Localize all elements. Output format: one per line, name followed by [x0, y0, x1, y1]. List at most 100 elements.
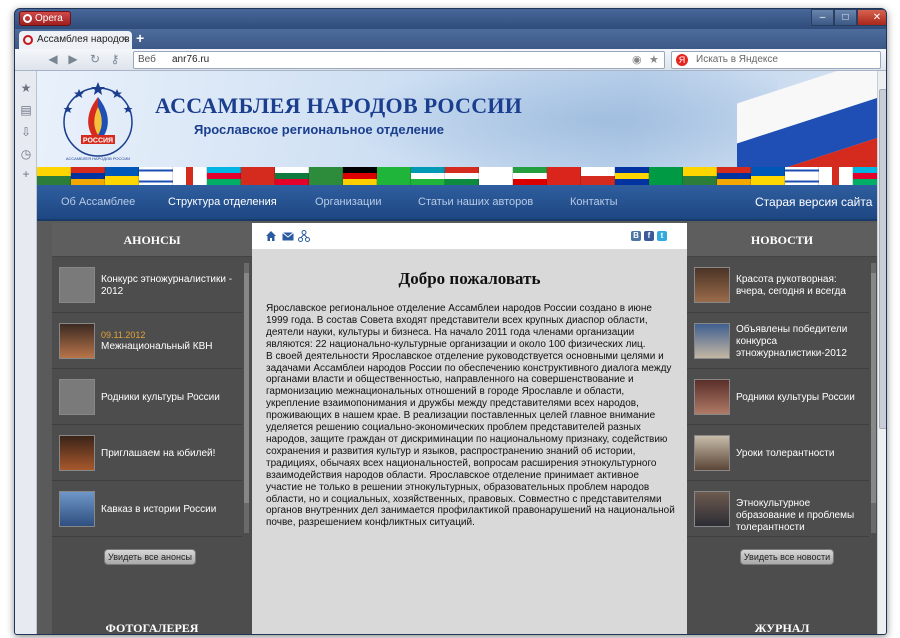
flag-icon: [513, 167, 547, 185]
news-thumbnail[interactable]: [694, 435, 730, 471]
announcement-thumbnail[interactable]: [59, 323, 95, 359]
news-scrollbar[interactable]: [871, 263, 876, 533]
add-panel-icon[interactable]: +: [19, 167, 33, 181]
search-field[interactable]: Я Искать в Яндексе: [671, 51, 881, 69]
menu-item-organizations[interactable]: Организации: [315, 196, 382, 208]
flag-icon: [173, 167, 207, 185]
menu-item-about[interactable]: Об Ассамблее: [61, 196, 135, 208]
key-icon[interactable]: ⚷: [107, 52, 123, 66]
browser-tab[interactable]: Ассамблея народов Р... ×: [19, 31, 132, 49]
minimize-button[interactable]: –: [811, 9, 834, 26]
welcome-text: Ярославское региональное отделение Ассам…: [266, 303, 676, 529]
facebook-icon[interactable]: f: [644, 231, 654, 241]
announcement-item[interactable]: Приглашаем на юбилей!: [52, 425, 242, 481]
downloads-icon[interactable]: ⇩: [19, 125, 33, 139]
menu-item-structure[interactable]: Структура отделения: [168, 196, 277, 208]
back-icon[interactable]: ◀: [45, 52, 61, 66]
flag-icon: [275, 167, 309, 185]
announcements-heading: АНОНСЫ: [52, 223, 252, 257]
flag-icon: [547, 167, 581, 185]
page-scrollbar-thumb[interactable]: [879, 89, 886, 429]
sitemap-icon[interactable]: [298, 230, 310, 242]
news-thumbnail[interactable]: [694, 267, 730, 303]
news-title[interactable]: Объявлены победители конкурса этножурнал…: [736, 324, 864, 360]
news-item[interactable]: Красота рукотворная: вчера, сегодня и вс…: [687, 257, 869, 313]
flag-icon: [683, 167, 717, 185]
close-window-button[interactable]: ✕: [857, 9, 886, 26]
announcement-thumbnail[interactable]: [59, 379, 95, 415]
bookmarks-star-icon[interactable]: ★: [19, 81, 33, 95]
web-page: РОССИЯ АССАМБЛЕЯ НАРОДОВ РОССИИ АССАМБЛЕ…: [37, 71, 877, 635]
announcement-title[interactable]: Межнациональный КВН: [101, 341, 236, 353]
news-item[interactable]: Родники культуры России: [687, 369, 869, 425]
mail-icon[interactable]: [282, 232, 294, 241]
journal-heading: ЖУРНАЛ: [754, 621, 810, 635]
news-item[interactable]: Объявлены победители конкурса этножурнал…: [687, 313, 869, 369]
main-menu: Об Ассамблее Структура отделения Организ…: [37, 185, 877, 221]
flag-icon: [411, 167, 445, 185]
new-tab-button[interactable]: +: [136, 30, 144, 46]
announcement-item[interactable]: Кавказ в истории России: [52, 481, 242, 537]
forward-icon[interactable]: ▶: [65, 52, 81, 66]
address-toolbar: ◀ ▶ ↻ ⚷ Веб anr76.ru ◉ ★ Я Искать в Янде…: [15, 49, 886, 71]
flag-icon: [37, 167, 71, 185]
site-title[interactable]: АССАМБЛЕЯ НАРОДОВ РОССИИ: [155, 93, 522, 119]
flag-icon: [785, 167, 819, 185]
flag-icon: [207, 167, 241, 185]
site-header: РОССИЯ АССАМБЛЕЯ НАРОДОВ РОССИИ АССАМБЛЕ…: [37, 71, 877, 181]
news-heading: НОВОСТИ: [687, 223, 877, 257]
assembly-logo-icon[interactable]: РОССИЯ АССАМБЛЕЯ НАРОДОВ РОССИИ: [57, 77, 139, 167]
announcement-item[interactable]: 09.11.2012 Межнациональный КВН: [52, 313, 242, 369]
news-thumbnail[interactable]: [694, 491, 730, 527]
news-title[interactable]: Красота рукотворная: вчера, сегодня и вс…: [736, 274, 864, 298]
rss-icon[interactable]: ◉: [632, 52, 642, 68]
news-title[interactable]: Родники культуры России: [736, 392, 864, 404]
old-version-link[interactable]: Старая версия сайта: [755, 195, 872, 209]
news-item[interactable]: Этнокультурное образование и проблемы то…: [687, 481, 869, 537]
reload-icon[interactable]: ↻: [87, 52, 103, 66]
announcement-title[interactable]: Родники культуры России: [101, 392, 236, 404]
home-icon[interactable]: [265, 230, 277, 242]
all-news-button[interactable]: Увидеть все новости: [740, 549, 834, 565]
announcement-thumbnail[interactable]: [59, 267, 95, 303]
maximize-button[interactable]: □: [834, 9, 857, 26]
announcement-thumbnail[interactable]: [59, 435, 95, 471]
announcement-title[interactable]: Приглашаем на юбилей!: [101, 448, 236, 460]
announcement-item[interactable]: Родники культуры России: [52, 369, 242, 425]
opera-side-panel: ★ ▤ ⇩ ◷ +: [15, 71, 37, 634]
flag-icon: [751, 167, 785, 185]
main-content: В f t Добро пожаловать Ярославское регио…: [252, 223, 687, 634]
bookmark-star-icon[interactable]: ★: [649, 52, 659, 68]
announcement-title[interactable]: Конкурс этножурналистики - 2012: [101, 274, 236, 298]
russian-flag-image: [717, 71, 877, 171]
news-item[interactable]: Уроки толерантности: [687, 425, 869, 481]
announcement-thumbnail[interactable]: [59, 491, 95, 527]
tab-bar: Ассамблея народов Р... × +: [15, 29, 886, 49]
menu-item-contacts[interactable]: Контакты: [570, 196, 618, 208]
vk-icon[interactable]: В: [631, 231, 641, 241]
notes-icon[interactable]: ▤: [19, 103, 33, 117]
page-scrollbar[interactable]: [877, 71, 886, 634]
flag-icon: [309, 167, 343, 185]
announcements-scrollbar[interactable]: [244, 263, 249, 533]
news-thumbnail[interactable]: [694, 323, 730, 359]
flag-icon: [105, 167, 139, 185]
news-title[interactable]: Уроки толерантности: [736, 448, 864, 460]
svg-text:АССАМБЛЕЯ НАРОДОВ РОССИИ: АССАМБЛЕЯ НАРОДОВ РОССИИ: [66, 156, 130, 161]
tab-close-icon[interactable]: ×: [122, 31, 128, 48]
news-title[interactable]: Этнокультурное образование и проблемы то…: [736, 498, 864, 534]
menu-item-articles[interactable]: Статьи наших авторов: [418, 196, 533, 208]
flag-icon: [581, 167, 615, 185]
news-thumbnail[interactable]: [694, 379, 730, 415]
address-field[interactable]: Веб anr76.ru ◉ ★: [133, 51, 665, 69]
svg-text:РОССИЯ: РОССИЯ: [83, 138, 113, 145]
url-prefix-label: Веб: [138, 54, 156, 65]
opera-menu-button[interactable]: Opera: [19, 11, 71, 26]
history-icon[interactable]: ◷: [19, 147, 33, 161]
twitter-icon[interactable]: t: [657, 231, 667, 241]
announcement-title[interactable]: Кавказ в истории России: [101, 504, 236, 516]
tab-favicon-icon: [23, 35, 33, 45]
announcement-item[interactable]: Конкурс этножурналистики - 2012: [52, 257, 242, 313]
all-announcements-button[interactable]: Увидеть все анонсы: [104, 549, 196, 565]
flag-icon: [377, 167, 411, 185]
